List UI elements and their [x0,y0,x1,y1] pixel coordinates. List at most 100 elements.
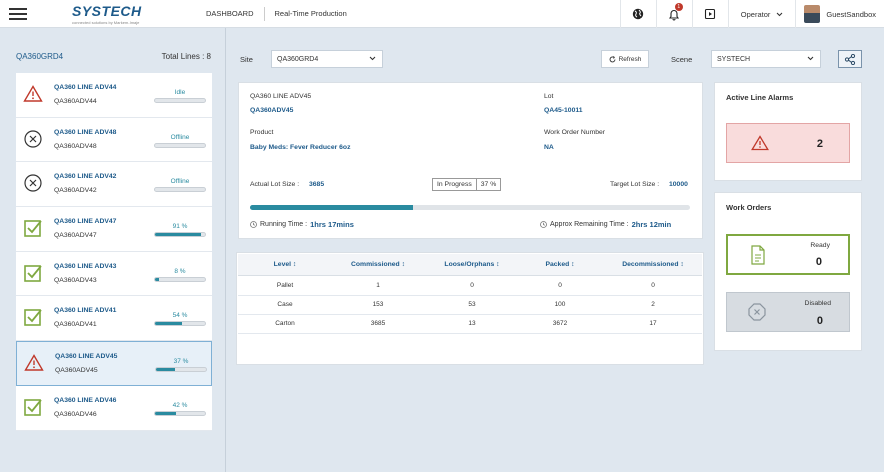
disabled-label: Disabled [804,300,831,307]
notification-badge: 1 [674,3,683,11]
work-order-label: Work Order Number [544,129,606,136]
col-level[interactable]: Level ↕ [256,261,314,268]
line-item-code: QA360ADV46 [54,410,97,418]
refresh-button[interactable]: Refresh [601,50,649,68]
target-lot-value: 10000 [669,181,688,188]
check-square-icon [23,218,43,238]
ready-label: Ready [810,242,830,249]
remaining-time: Approx Remaining Time : 2hrs 12min [540,220,671,229]
col-commissioned[interactable]: Commissioned ↕ [338,261,418,268]
app-header: SYSTECH connected solutions by Markem-Im… [0,0,884,28]
x-circle-icon [23,129,43,149]
breadcrumb-dashboard[interactable]: DASHBOARD [206,9,254,18]
table-cell: 2 [651,301,655,308]
col-loose-orphans[interactable]: Loose/Orphans ↕ [432,261,512,268]
status-percent: 37 % [480,181,497,188]
alarms-title: Active Line Alarms [726,93,794,102]
remaining-value: 2hrs 12min [631,220,672,229]
line-item[interactable]: QA360 LINE ADV48 QA360ADV48 Offline [16,117,212,163]
lot-progress-bar [250,205,690,210]
site-label: Site [240,55,253,64]
line-item-code: QA360ADV48 [54,142,97,150]
actual-lot-value: 3685 [309,181,325,188]
ready-orders-box[interactable]: Ready 0 [726,234,850,275]
status-badge: In Progress 37 % [432,178,502,191]
x-circle-icon [23,173,43,193]
line-code: QA360ADV45 [250,107,294,114]
media-player-icon[interactable] [691,0,728,28]
user-name: GuestSandbox [826,9,876,19]
col-packed[interactable]: Packed ↕ [526,261,594,268]
disabled-orders-box[interactable]: Disabled 0 [726,292,850,332]
avatar [804,5,821,23]
table-cell: 3685 [370,320,386,327]
status-text: In Progress [437,181,472,188]
user-menu[interactable]: GuestSandbox [795,0,884,28]
line-item[interactable]: QA360 LINE ADV44 QA360ADV44 Idle [16,73,212,118]
line-item-progress [154,276,206,282]
alarm-count-box[interactable]: 2 [726,123,850,163]
line-item[interactable]: QA360 LINE ADV47 QA360ADV47 91 % [16,207,212,252]
site-select-value: QA360GRD4 [277,55,319,63]
line-item-progress [154,321,206,327]
running-time: Running Time : 1hrs 17mins [250,220,354,229]
breadcrumb: DASHBOARD Real-Time Production [206,6,347,21]
line-name: QA360 LINE ADV45 [250,93,312,100]
lot-label: Lot [544,93,554,100]
line-item-name: QA360 LINE ADV41 [54,307,117,315]
table-row: Carton 3685 13 3672 17 [238,315,702,334]
table-cell: 153 [372,301,384,308]
site-title: QA360GRD4 [16,52,64,61]
line-item-name: QA360 LINE ADV42 [54,173,117,181]
product-value: Baby Meds: Fever Reducer 6oz [250,144,351,151]
chevron-down-icon [776,12,783,16]
line-item-status: 42 % [172,401,188,409]
line-item-progress [154,98,206,103]
line-item[interactable]: QA360 LINE ADV41 QA360ADV41 54 % [16,296,212,342]
line-item-progress [154,232,206,238]
remaining-label: Approx Remaining Time : [550,221,629,228]
menu-icon[interactable] [0,0,36,28]
table-cell: 1 [376,282,380,289]
product-label: Product [250,129,274,136]
line-item-status: 8 % [174,267,186,275]
disabled-count: 0 [816,315,823,327]
line-item-status: 54 % [172,312,188,320]
col-decommissioned[interactable]: Decommissioned ↕ [612,261,694,268]
line-item-code: QA360ADV47 [54,232,97,240]
lot-value: QA45-10011 [544,107,583,114]
network-share-button[interactable] [838,50,862,68]
line-item-name: QA360 LINE ADV44 [54,84,117,91]
line-item[interactable]: QA360 LINE ADV46 QA360ADV46 42 % [16,385,212,431]
line-item-name: QA360 LINE ADV45 [55,353,118,361]
scene-label: Scene [671,55,693,64]
line-item[interactable]: QA360 LINE ADV43 QA360ADV43 8 % [16,251,212,297]
line-item[interactable]: QA360 LINE ADV42 QA360ADV42 Offline [16,162,212,208]
site-select[interactable]: QA360GRD4 [271,50,383,68]
table-cell: 17 [649,320,657,327]
line-item-code: QA360ADV44 [54,98,97,105]
role-label: Operator [740,9,771,19]
document-icon [751,245,765,265]
breadcrumb-divider [263,6,265,21]
table-cell: Case [277,301,293,308]
line-item-name: QA360 LINE ADV47 [54,218,117,226]
table-cell: 0 [651,282,655,289]
line-item[interactable]: QA360 LINE ADV45 QA360ADV45 37 % [16,341,212,386]
network-icon [844,53,856,65]
line-item-code: QA360ADV45 [55,367,98,375]
running-label: Running Time : [260,221,308,228]
table-row: Case 153 53 100 2 [238,296,702,315]
bell-icon[interactable]: 1 [655,0,692,28]
scene-select[interactable]: SYSTECH [711,50,821,68]
chevron-down-icon [369,56,376,61]
brand-logo[interactable]: SYSTECH connected solutions by Markem-Im… [36,0,166,28]
line-details-card [238,82,703,239]
role-dropdown[interactable]: Operator [727,0,796,28]
running-value: 1hrs 17mins [310,220,354,229]
line-item-status: 91 % [172,223,188,231]
line-item-name: QA360 LINE ADV43 [54,262,117,270]
breadcrumb-current: Real-Time Production [274,9,347,18]
globe-icon[interactable] [619,0,656,28]
line-list: QA360 LINE ADV44 QA360ADV44 Idle QA360 LINE… [16,73,212,431]
